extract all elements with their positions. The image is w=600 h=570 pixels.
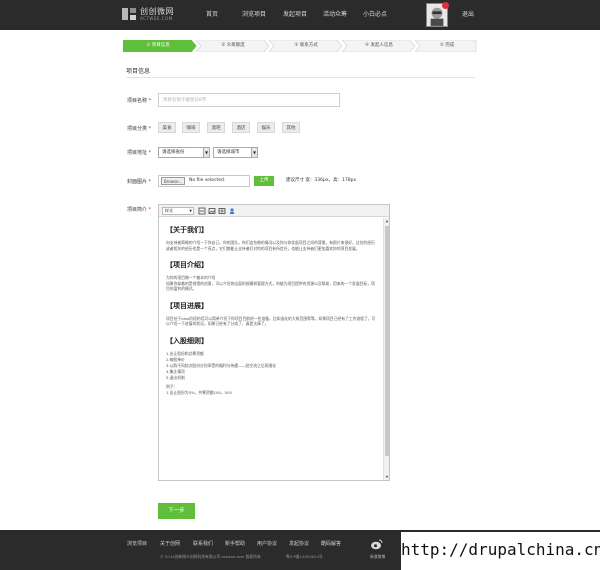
province-select-value: 请选择省份 xyxy=(162,150,185,155)
project-intro-text: 为你的项目做一个基本的介绍 如果你拿着的是餐馆的创意，可以介绍你店面的规模和管理… xyxy=(166,275,375,291)
site-logo[interactable]: 创创微网 ACTWEE.COM xyxy=(121,4,177,26)
logout-link[interactable]: 退出 xyxy=(462,0,474,30)
province-select[interactable]: 请选择省份 ▼ xyxy=(158,147,210,158)
table-icon[interactable] xyxy=(218,207,226,215)
file-status-text: No file selected. xyxy=(189,178,226,183)
section-title: 项目信息 xyxy=(126,68,151,75)
project-intro-label: 项目简介 * xyxy=(127,207,152,213)
upload-button[interactable]: 上传 xyxy=(254,176,274,186)
logo-subtitle: ACTWEE.COM xyxy=(140,16,173,21)
nav-crowdfunding-events[interactable]: 活动众筹 xyxy=(323,0,347,30)
category-tag-coffee[interactable]: 咖啡 xyxy=(182,122,200,133)
notification-dot xyxy=(442,2,449,9)
footer-link-launch-agreement[interactable]: 发起协议 xyxy=(289,540,309,547)
editor-scrollbar[interactable]: ▲ ▼ xyxy=(383,218,389,480)
share-terms-list: 1.出让股份和总筹资额 2.每股单价 3.认购不同档次股份分别享受的福利与待遇—… xyxy=(166,351,378,396)
project-name-label: 项目名称 * xyxy=(127,98,152,104)
top-navigation-bar: 创创微网 ACTWEE.COM 首页 浏览项目 发起项目 活动众筹 小白必点 退… xyxy=(0,0,600,30)
footer-link-contact[interactable]: 联系我们 xyxy=(193,540,213,547)
chevron-down-icon: ▼ xyxy=(189,209,192,213)
format-select[interactable]: 样式 ▼ xyxy=(162,207,194,215)
section-divider xyxy=(126,77,475,78)
city-select-value: 请选择城市 xyxy=(217,150,240,155)
site-watermark: http://drupalchina.cn xyxy=(401,532,600,570)
project-progress-heading: 【项目进展】 xyxy=(166,301,208,310)
nav-beginner-guide[interactable]: 小白必点 xyxy=(363,0,387,30)
editor-toolbar: 样式 ▼ xyxy=(159,205,389,217)
footer-link-about[interactable]: 关于创网 xyxy=(160,540,180,547)
browse-button[interactable]: Browse... xyxy=(161,177,186,185)
project-progress-text: 项目处于idea阶段的话可以简单介绍下你项目目前的一些准备，比如选址的大致范围等… xyxy=(166,315,376,327)
category-tag-hotel[interactable]: 酒店 xyxy=(232,122,250,133)
about-us-text: 向支持者简略的介绍一下你自己。你的团队，你们这些做的情况以及你与你发起项目之间的… xyxy=(166,240,375,251)
list-item: 1.出让股份为5%，共筹资额100，000 xyxy=(166,389,232,395)
logo-mark-icon xyxy=(122,8,136,20)
step-initiator-info: ④ 发起人信息 xyxy=(365,43,393,48)
city-select[interactable]: 请选择城市 ▼ xyxy=(213,147,258,158)
image-icon[interactable] xyxy=(208,207,216,215)
cover-file-input[interactable]: Browse... No file selected. xyxy=(158,175,250,187)
nav-browse-projects[interactable]: 浏览项目 xyxy=(242,0,266,30)
category-tag-entertainment[interactable]: 娱乐 xyxy=(257,122,275,133)
image-size-hint: 建议尺寸 宽：336px，高：178px xyxy=(286,178,357,183)
step-funding-amount: ② 众筹额度 xyxy=(221,43,245,48)
share-terms-heading: 【入股细则】 xyxy=(166,336,208,345)
scroll-up-icon[interactable]: ▲ xyxy=(384,218,390,224)
footer-link-help[interactable]: 新手帮助 xyxy=(225,540,245,547)
step-contact: ③ 联系方式 xyxy=(294,43,318,48)
scroll-down-icon[interactable]: ▼ xyxy=(384,474,390,480)
step-progress: ① 项目信息 ② 众筹额度 ③ 联系方式 ④ 发起人信息 ⑤ 完成 xyxy=(123,40,477,52)
category-label: 项目分类 * xyxy=(127,126,152,132)
project-name-input[interactable] xyxy=(158,93,340,107)
step-complete: ⑤ 完成 xyxy=(439,43,455,48)
format-select-value: 样式 xyxy=(165,208,173,213)
project-intro-editor[interactable]: 样式 ▼ 【关于我们】 向支持者简略的介绍一下你自己。你的团队，你们这些做的情况… xyxy=(158,204,390,481)
footer-link-user-agreement[interactable]: 用户协议 xyxy=(257,540,277,547)
category-tag-bar[interactable]: 酒吧 xyxy=(207,122,225,133)
nav-start-project[interactable]: 发起项目 xyxy=(283,0,307,30)
weibo-icon[interactable] xyxy=(370,537,384,551)
list-item: 5.退出机制 xyxy=(166,374,185,380)
chevron-down-icon: ▼ xyxy=(251,148,257,157)
scrollbar-thumb[interactable] xyxy=(385,226,389,456)
project-intro-heading: 【项目介绍】 xyxy=(166,261,208,269)
weibo-label: 新浪微博 xyxy=(370,554,386,559)
editor-content[interactable]: 【关于我们】 向支持者简略的介绍一下你自己。你的团队，你们这些做的情况以及你与你… xyxy=(159,218,383,480)
step-project-info: ① 项目信息 xyxy=(146,43,170,48)
about-us-heading: 【关于我们】 xyxy=(166,226,208,234)
next-step-button[interactable]: 下一步 xyxy=(158,503,195,519)
bold-icon[interactable] xyxy=(198,207,206,215)
category-tag-other[interactable]: 其他 xyxy=(282,122,300,133)
address-label: 项目地址 * xyxy=(127,150,152,156)
copyright-text: © 2014创新微众创网科技有限公司 actwee.com 版权所有 xyxy=(160,554,261,559)
icp-license: 粤ICP备14093024号 xyxy=(286,554,323,559)
footer-link-browse[interactable]: 浏览项目 xyxy=(127,540,147,547)
cover-image-label: 封面图片 * xyxy=(127,179,152,185)
person-icon[interactable] xyxy=(228,207,236,215)
chevron-down-icon: ▼ xyxy=(203,148,209,157)
nav-home[interactable]: 首页 xyxy=(206,0,218,30)
category-tag-food[interactable]: 美食 xyxy=(158,122,176,133)
footer-link-faq[interactable]: 酷码解答 xyxy=(321,540,341,547)
